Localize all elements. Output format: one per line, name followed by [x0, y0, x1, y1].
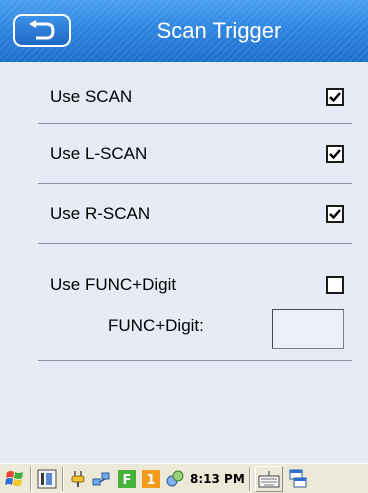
svg-text:1: 1	[146, 473, 155, 488]
setting-label: Use SCAN	[50, 86, 133, 106]
setting-label: Use L-SCAN	[50, 143, 148, 163]
page-title: Scan Trigger	[156, 18, 282, 43]
back-arrow-icon	[29, 19, 55, 39]
checkmark-icon	[329, 208, 341, 219]
f-key-icon[interactable]: F	[116, 468, 138, 490]
keyboard-icon[interactable]	[254, 465, 283, 492]
taskbar-separator	[248, 466, 251, 491]
taskbar-separator	[30, 466, 32, 491]
use-scan-checkbox[interactable]	[326, 87, 344, 106]
title-bar: Scan Trigger	[0, 0, 368, 62]
func-digit-input[interactable]	[272, 309, 344, 349]
use-l-scan-checkbox[interactable]	[326, 144, 344, 163]
func-digit-label: FUNC+Digit:	[108, 316, 204, 335]
svg-text:F: F	[123, 473, 132, 488]
taskbar: F 1 8:13 PM	[0, 463, 368, 493]
use-func-digit-checkbox[interactable]	[326, 276, 344, 294]
checkmark-icon	[329, 91, 341, 102]
taskbar-separator	[62, 466, 64, 491]
network-icon[interactable]	[90, 468, 112, 490]
start-flag-icon[interactable]	[4, 468, 26, 490]
divider	[38, 360, 352, 361]
setting-row-use-l-scan: Use L-SCAN	[38, 124, 352, 184]
back-button[interactable]	[13, 14, 71, 47]
power-plug-icon[interactable]	[68, 468, 90, 490]
sync-icon[interactable]	[164, 468, 186, 490]
setting-row-use-r-scan: Use R-SCAN	[38, 184, 352, 244]
task-manager-icon[interactable]	[36, 468, 58, 490]
checkmark-icon	[329, 148, 341, 159]
use-r-scan-checkbox[interactable]	[326, 204, 344, 223]
setting-row-use-func-digit: Use FUNC+Digit	[38, 258, 352, 312]
setting-label: Use R-SCAN	[50, 203, 151, 223]
number-one-icon[interactable]: 1	[140, 468, 162, 490]
window-switch-icon[interactable]	[287, 468, 309, 490]
setting-row-use-scan: Use SCAN	[38, 70, 352, 124]
clock[interactable]: 8:13 PM	[190, 472, 245, 486]
setting-label: Use FUNC+Digit	[50, 275, 177, 294]
